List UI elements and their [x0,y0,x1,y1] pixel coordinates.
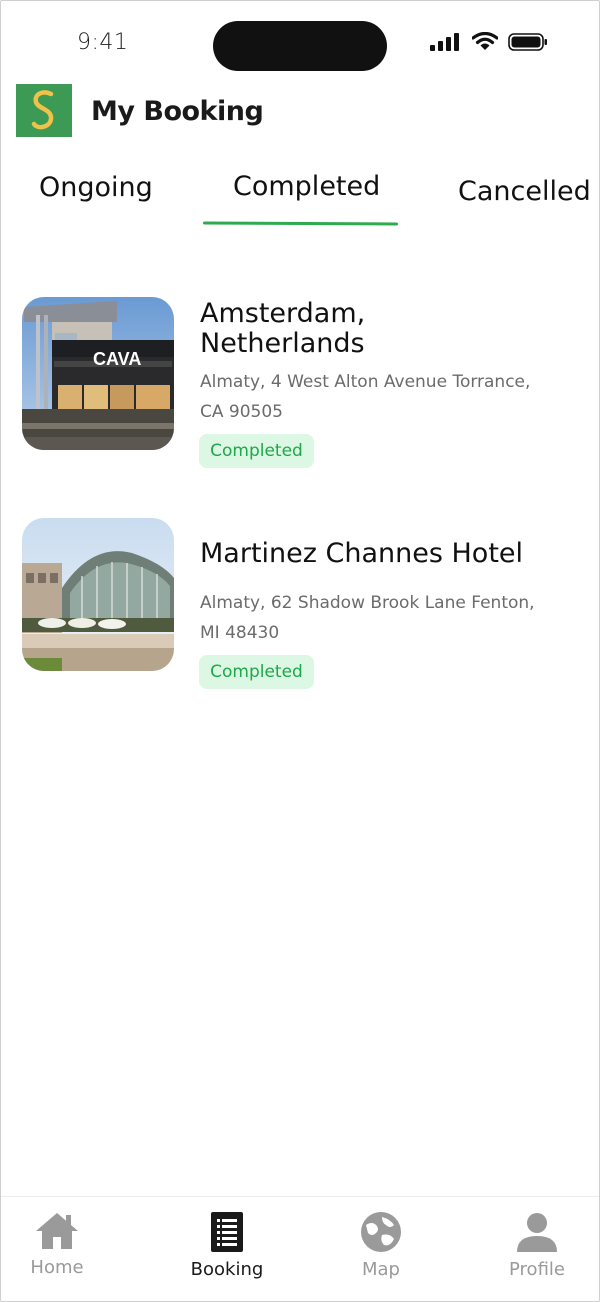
app-logo [16,84,72,137]
booking-card[interactable]: Martinez Channes Hotel Almaty, 62 Shadow… [22,518,582,693]
globe-icon [361,1212,401,1252]
nav-booking[interactable]: Booking [172,1211,282,1280]
nav-booking-label: Booking [190,1259,264,1280]
tab-cancelled[interactable]: Cancelled [458,176,591,207]
status-badge: Completed [199,655,314,689]
battery-icon [508,33,547,51]
tab-completed[interactable]: Completed [233,171,380,202]
booking-title: Martinez Channes Hotel [200,538,524,569]
home-icon [36,1213,78,1249]
booking-title-line-1: Amsterdam, [200,298,366,329]
booking-card[interactable]: CAVA Amsterdam, Netherlands Almaty, 4 We… [22,297,582,472]
booking-icon [211,1212,243,1252]
nav-profile[interactable]: Profile [482,1211,592,1280]
storefront-sign: CAVA [93,349,141,369]
address-line-2: CA 90505 [200,402,283,422]
booking-image [22,518,174,671]
page-title: My Booking [91,96,264,127]
booking-title-line-2: Netherlands [200,328,365,359]
nav-profile-label: Profile [509,1259,565,1280]
wifi-icon [472,32,498,50]
status-badge: Completed [199,434,314,468]
address-line-1: Almaty, 4 West Alton Avenue Torrance, [200,372,531,392]
tab-ongoing[interactable]: Ongoing [39,172,153,203]
signal-icon [430,33,459,51]
nav-map[interactable]: Map [326,1211,436,1280]
person-icon [517,1213,557,1252]
logo-s-icon [31,90,54,130]
nav-home-label: Home [30,1257,84,1278]
system-icons [430,30,548,54]
nav-home[interactable]: Home [2,1211,112,1278]
address-line-2: MI 48430 [200,623,280,643]
booking-image: CAVA [22,297,174,450]
address-line-1: Almaty, 62 Shadow Brook Lane Fenton, [200,593,535,613]
bottom-nav: Home Booking Map Profile [1,1196,599,1300]
booking-address: Almaty, 4 West Alton Avenue Torrance, CA… [200,367,560,427]
status-time: 9:41 [77,30,129,55]
dynamic-island [213,21,387,71]
booking-title: Amsterdam, Netherlands [200,299,560,359]
booking-address: Almaty, 62 Shadow Brook Lane Fenton, MI … [200,588,560,648]
nav-map-label: Map [362,1259,400,1280]
